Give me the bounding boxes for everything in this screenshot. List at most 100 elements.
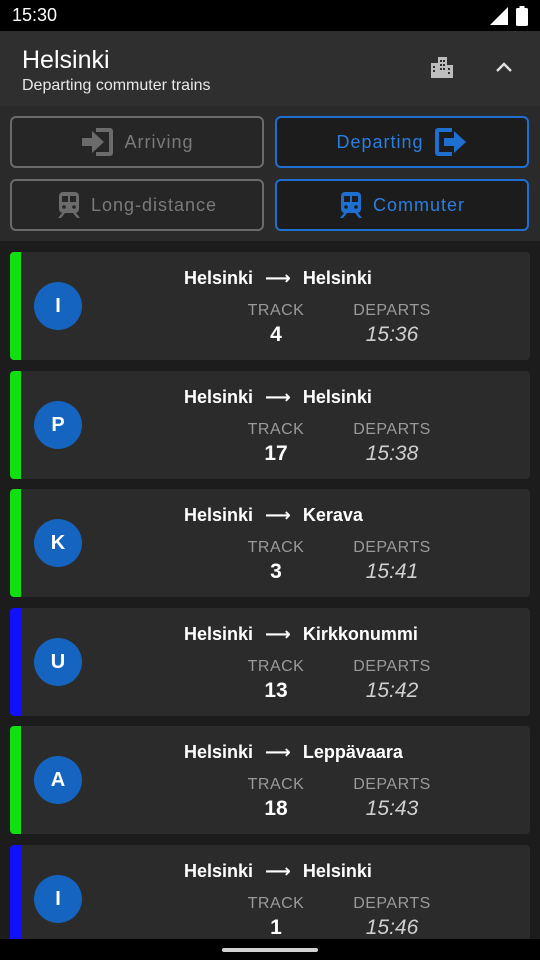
arrow-icon: ⟶ bbox=[265, 624, 291, 644]
track-label: TRACK bbox=[247, 302, 305, 319]
system-nav-bar bbox=[0, 939, 540, 960]
track-value: 3 bbox=[270, 560, 282, 583]
long-distance-label: Long-distance bbox=[90, 194, 218, 215]
train-list[interactable]: I Helsinki ⟶ Helsinki TRACK 4 DEPARTS 15… bbox=[0, 241, 540, 939]
route: Helsinki ⟶ Helsinki bbox=[184, 387, 372, 408]
departs-label: DEPARTS bbox=[353, 895, 431, 912]
arriving-button[interactable]: Arriving bbox=[10, 116, 264, 168]
route: Helsinki ⟶ Leppävaara bbox=[184, 742, 403, 763]
track-value: 18 bbox=[264, 797, 288, 820]
track-label: TRACK bbox=[247, 895, 305, 912]
home-gesture-handle[interactable] bbox=[222, 948, 318, 952]
collapse-button[interactable] bbox=[490, 53, 518, 81]
line-color-stripe bbox=[10, 489, 21, 597]
filter-panel: Arriving Departing Long-distance Commute… bbox=[0, 106, 540, 241]
departs-label: DEPARTS bbox=[353, 302, 431, 319]
train-card[interactable]: I Helsinki ⟶ Helsinki TRACK 4 DEPARTS 15… bbox=[10, 252, 530, 360]
arriving-label: Arriving bbox=[124, 131, 194, 152]
status-bar: 15:30 bbox=[0, 0, 540, 31]
departs-info: DEPARTS 15:46 bbox=[352, 895, 432, 939]
train-card[interactable]: I Helsinki ⟶ Helsinki TRACK 1 DEPARTS 15… bbox=[10, 845, 530, 939]
route: Helsinki ⟶ Kerava bbox=[184, 505, 363, 526]
departs-time: 15:38 bbox=[365, 442, 419, 465]
route-to: Helsinki bbox=[302, 268, 372, 288]
route: Helsinki ⟶ Helsinki bbox=[184, 268, 372, 289]
line-color-stripe bbox=[10, 252, 21, 360]
line-color-stripe bbox=[10, 608, 21, 716]
track-value: 1 bbox=[270, 916, 282, 939]
line-color-stripe bbox=[10, 371, 21, 479]
signal-icon bbox=[490, 6, 508, 25]
train-icon bbox=[339, 192, 362, 218]
train-card[interactable]: U Helsinki ⟶ Kirkkonummi TRACK 13 DEPART… bbox=[10, 608, 530, 716]
chevron-up-icon bbox=[496, 62, 512, 72]
line-badge: U bbox=[34, 638, 82, 686]
app-bar: Helsinki Departing commuter trains bbox=[0, 31, 540, 106]
train-icon bbox=[57, 192, 80, 218]
battery-icon bbox=[516, 5, 528, 26]
station-select-button[interactable] bbox=[428, 53, 456, 81]
line-badge: A bbox=[34, 756, 82, 804]
track-label: TRACK bbox=[247, 776, 305, 793]
train-card[interactable]: A Helsinki ⟶ Leppävaara TRACK 18 DEPARTS… bbox=[10, 726, 530, 834]
line-badge: K bbox=[34, 519, 82, 567]
route-from: Helsinki bbox=[184, 505, 254, 525]
departs-time: 15:36 bbox=[365, 323, 419, 346]
departs-time: 15:42 bbox=[365, 679, 419, 702]
arrow-icon: ⟶ bbox=[265, 505, 291, 525]
route-to: Leppävaara bbox=[302, 742, 403, 762]
departs-info: DEPARTS 15:38 bbox=[352, 421, 432, 466]
line-badge: I bbox=[34, 282, 82, 330]
departs-info: DEPARTS 15:42 bbox=[352, 658, 432, 703]
commuter-label: Commuter bbox=[372, 194, 465, 215]
line-color-stripe bbox=[10, 726, 21, 834]
departs-time: 15:46 bbox=[365, 916, 419, 939]
departs-time: 15:41 bbox=[365, 560, 419, 583]
track-value: 4 bbox=[270, 323, 282, 346]
depart-icon bbox=[434, 128, 466, 156]
long-distance-button[interactable]: Long-distance bbox=[10, 179, 264, 231]
departs-info: DEPARTS 15:43 bbox=[352, 776, 432, 821]
departing-label: Departing bbox=[336, 131, 424, 152]
route-from: Helsinki bbox=[184, 742, 254, 762]
departs-info: DEPARTS 15:41 bbox=[352, 539, 432, 584]
city-icon bbox=[431, 57, 453, 78]
departing-button[interactable]: Departing bbox=[275, 116, 529, 168]
track-info: TRACK 18 bbox=[238, 776, 314, 821]
route-from: Helsinki bbox=[184, 624, 254, 644]
arrow-icon: ⟶ bbox=[265, 387, 291, 407]
route: Helsinki ⟶ Helsinki bbox=[184, 861, 372, 882]
train-card[interactable]: K Helsinki ⟶ Kerava TRACK 3 DEPARTS 15:4… bbox=[10, 489, 530, 597]
arrive-icon bbox=[82, 128, 114, 156]
arrow-icon: ⟶ bbox=[265, 742, 291, 762]
train-card[interactable]: P Helsinki ⟶ Helsinki TRACK 17 DEPARTS 1… bbox=[10, 371, 530, 479]
line-badge: I bbox=[34, 875, 82, 923]
track-value: 13 bbox=[264, 679, 288, 702]
arrow-icon: ⟶ bbox=[265, 268, 291, 288]
departs-label: DEPARTS bbox=[353, 539, 431, 556]
route-from: Helsinki bbox=[184, 268, 254, 288]
track-info: TRACK 13 bbox=[238, 658, 314, 703]
route-to: Helsinki bbox=[302, 387, 372, 407]
departs-label: DEPARTS bbox=[353, 776, 431, 793]
line-color-stripe bbox=[10, 845, 21, 939]
track-info: TRACK 4 bbox=[238, 302, 314, 347]
track-info: TRACK 1 bbox=[238, 895, 314, 939]
status-time: 15:30 bbox=[12, 5, 58, 25]
departs-time: 15:43 bbox=[365, 797, 419, 820]
route-from: Helsinki bbox=[184, 387, 254, 407]
route-to: Helsinki bbox=[302, 861, 372, 881]
route-from: Helsinki bbox=[184, 861, 254, 881]
route: Helsinki ⟶ Kirkkonummi bbox=[184, 624, 418, 645]
line-badge: P bbox=[34, 401, 82, 449]
track-info: TRACK 3 bbox=[238, 539, 314, 584]
departs-label: DEPARTS bbox=[353, 421, 431, 438]
departs-label: DEPARTS bbox=[353, 658, 431, 675]
track-label: TRACK bbox=[247, 421, 305, 438]
commuter-button[interactable]: Commuter bbox=[275, 179, 529, 231]
track-label: TRACK bbox=[247, 539, 305, 556]
track-label: TRACK bbox=[247, 658, 305, 675]
track-info: TRACK 17 bbox=[238, 421, 314, 466]
departs-info: DEPARTS 15:36 bbox=[352, 302, 432, 347]
arrow-icon: ⟶ bbox=[265, 861, 291, 881]
